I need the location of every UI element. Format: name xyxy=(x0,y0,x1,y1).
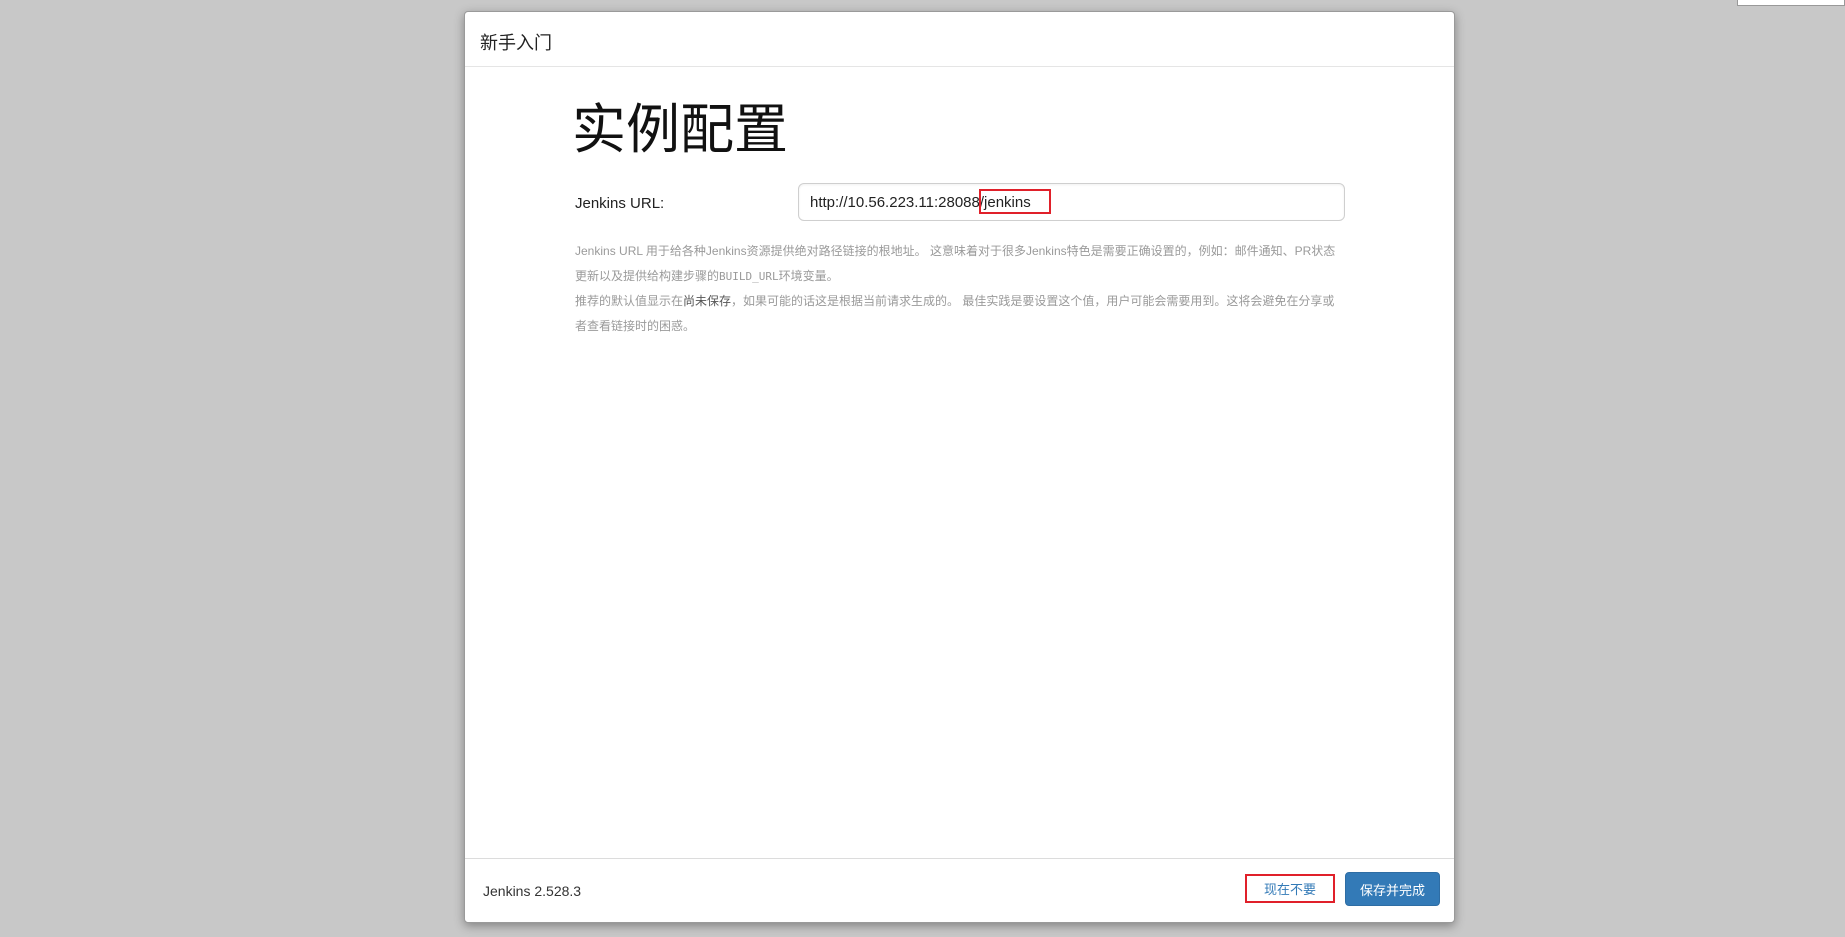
save-and-finish-button[interactable]: 保存并完成 xyxy=(1345,872,1440,906)
jenkins-url-label: Jenkins URL: xyxy=(575,195,665,212)
jenkins-url-input[interactable] xyxy=(798,183,1345,221)
jenkins-version: Jenkins 2.528.3 xyxy=(483,883,582,899)
dialog-footer: Jenkins 2.528.3 现在不要 保存并完成 xyxy=(465,858,1454,922)
top-right-tooltip-fragment xyxy=(1737,0,1845,6)
not-saved-emphasis: 尚未保存 xyxy=(683,294,732,308)
skip-now-button[interactable]: 现在不要 xyxy=(1245,874,1335,903)
help-paragraph-2: 推荐的默认值显示在尚未保存，如果可能的话这是根据当前请求生成的。 最佳实践是要设… xyxy=(575,294,1335,333)
setup-wizard-dialog: 新手入门 实例配置 Jenkins URL: Jenkins URL 用于给各种… xyxy=(464,11,1455,923)
dialog-header: 新手入门 xyxy=(465,12,1454,67)
build-url-code: BUILD_URL xyxy=(719,270,779,283)
dialog-title: 新手入门 xyxy=(480,33,552,53)
page-heading: 实例配置 xyxy=(572,100,788,160)
jenkins-url-help-text: Jenkins URL 用于给各种Jenkins资源提供绝对路径链接的根地址。 … xyxy=(575,239,1345,339)
help-paragraph-1: Jenkins URL 用于给各种Jenkins资源提供绝对路径链接的根地址。 … xyxy=(575,244,1336,283)
